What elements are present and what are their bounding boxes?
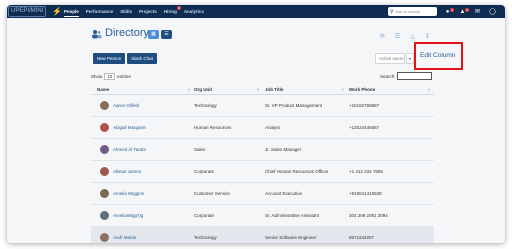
table-search-input[interactable] <box>397 72 432 80</box>
directory-icon <box>92 30 102 39</box>
chart-icon[interactable]: △ <box>405 33 420 40</box>
active-users-select[interactable]: Active users <box>375 53 405 64</box>
sort-icon[interactable]: ⇕ <box>341 87 344 92</box>
table-row[interactable]: Alistair James Corporate Chief Human Resou… <box>91 161 434 183</box>
search-placeholder: Ask or search <box>395 9 421 14</box>
org-unit-cell: Corporate <box>194 213 215 218</box>
job-title-cell: Sr. VP Product Management <box>265 103 322 108</box>
show-label: Show <box>91 74 103 79</box>
job-title-cell: Analyst <box>265 125 280 130</box>
table-row[interactable]: Amelia Wiggins Customer Service Account Ex… <box>91 183 434 205</box>
table-row[interactable]: Ahmed Al Tarabi Sales Jr. Sales Manager <box>91 139 434 161</box>
work-phone-cell: +919541415539 <box>349 191 382 196</box>
org-unit-cell: Corporate <box>194 169 215 174</box>
avatar[interactable] <box>100 167 109 176</box>
table-search-label: Search: <box>380 74 396 79</box>
avatar[interactable] <box>100 233 109 242</box>
refresh-icon[interactable]: ⟳ <box>375 33 390 40</box>
table-row[interactable]: Abigail Margaret Human Resources Analyst +1… <box>91 117 434 139</box>
alerts-icon[interactable]: ▲ 2 <box>455 7 470 15</box>
bolt-icon[interactable]: ⚡ <box>52 6 62 17</box>
hiring-badge: 1 <box>177 6 181 10</box>
nav-icons: ● 1 ▲ 2 ✉ ◯ <box>440 5 500 18</box>
work-phone-cell: +15152768887 <box>349 103 380 108</box>
sort-icon[interactable]: ⇕ <box>256 87 259 92</box>
app-logo[interactable]: UPEPI/MINI <box>8 6 46 17</box>
download-icon[interactable]: ↧ <box>420 33 435 40</box>
entries-label: entries <box>117 74 131 79</box>
table-row[interactable]: AmeliaWiggTig Corporate Sr. Administrative… <box>91 205 434 227</box>
work-phone-cell: +1 412 234 7856 <box>349 169 383 174</box>
alerts-badge: 2 <box>465 7 469 12</box>
col-job-header[interactable]: Job Title <box>265 87 283 92</box>
chevron-down-icon[interactable]: ▾ <box>406 53 414 64</box>
entries-select[interactable]: 10 <box>104 73 116 80</box>
org-unit-cell: Technology <box>194 103 217 108</box>
grid-view-button[interactable]: ▦ <box>148 30 159 39</box>
table-row[interactable]: Andr Martin Technology Senior Software Eng… <box>91 227 434 243</box>
nav-hiring-label: Hiring <box>163 9 177 14</box>
table-body: Aaron Olifeld Technology Sr. VP Product Ma… <box>91 95 434 243</box>
notifications-badge: 1 <box>450 7 454 12</box>
page-title: Directory <box>105 27 150 39</box>
entries-control: Show 10 entries <box>91 73 131 80</box>
job-title-cell: Sr. Administrative Assistant <box>265 213 320 218</box>
avatar[interactable] <box>100 145 109 154</box>
mail-icon[interactable]: ✉ <box>470 8 485 15</box>
avatar[interactable] <box>100 101 109 110</box>
col-org-header[interactable]: Org Unit <box>194 87 212 92</box>
search-icon: ⚲ <box>390 8 394 15</box>
nav-hiring[interactable]: Hiring 1 <box>163 6 181 14</box>
work-phone-cell: 304 209 2091 3094 <box>349 213 388 218</box>
nav-people[interactable]: People <box>64 9 79 17</box>
job-title-cell: Jr. Sales Manager <box>265 147 302 152</box>
list-view-button[interactable]: ☰ <box>161 30 172 39</box>
avatar[interactable] <box>100 211 109 220</box>
user-menu-icon[interactable]: ◯ <box>485 8 500 15</box>
person-name-link[interactable]: Aaron Olifeld <box>113 103 139 108</box>
notifications-icon[interactable]: ● 1 <box>440 7 455 15</box>
edit-column-link[interactable]: Edit Column <box>420 52 455 59</box>
avatar[interactable] <box>100 189 109 198</box>
job-title-cell: Account Executive <box>265 191 303 196</box>
nav-links: People Performance Skills Projects Hirin… <box>64 5 211 18</box>
job-title-cell: Chief Human Resources Officer <box>265 169 329 174</box>
org-unit-cell: Customer Service <box>194 191 230 196</box>
col-name-header[interactable]: Name <box>97 87 109 92</box>
person-name-link[interactable]: Amelia Wiggins <box>113 191 144 196</box>
directory-table: Name ⇕ Org Unit ⇕ Job Title ⇕ Work Phone… <box>91 84 434 243</box>
toolbar-icons: ⟳ ☰ △ ↧ <box>375 33 435 40</box>
work-phone-cell: 8672244257 <box>349 235 375 240</box>
table-header: Name ⇕ Org Unit ⇕ Job Title ⇕ Work Phone… <box>91 84 434 95</box>
nav-performance[interactable]: Performance <box>86 9 114 14</box>
new-person-button[interactable]: New Person <box>93 53 125 64</box>
person-name-link[interactable]: Ahmed Al Tarabi <box>113 147 146 152</box>
person-name-link[interactable]: Andr Martin <box>113 235 136 240</box>
col-phone-header[interactable]: Work Phone <box>349 87 375 92</box>
person-name-link[interactable]: AmeliaWiggTig <box>113 213 143 218</box>
person-name-link[interactable]: Alistair James <box>113 169 141 174</box>
app-window: UPEPI/MINI ⚡ People Performance Skills P… <box>7 5 505 243</box>
work-phone-cell: +12024446567 <box>349 125 380 130</box>
slack-chat-button[interactable]: Slack Chat <box>127 53 157 64</box>
sort-icon[interactable]: ⇕ <box>427 87 430 92</box>
top-navbar: UPEPI/MINI ⚡ People Performance Skills P… <box>7 5 505 18</box>
org-unit-cell: Sales <box>194 147 206 152</box>
sort-icon[interactable]: ⇕ <box>187 87 190 92</box>
filter-icon[interactable]: ☰ <box>390 33 405 40</box>
nav-skills[interactable]: Skills <box>120 9 132 14</box>
nav-projects[interactable]: Projects <box>139 9 157 14</box>
person-name-link[interactable]: Abigail Margaret <box>113 125 146 130</box>
org-unit-cell: Technology <box>194 235 217 240</box>
org-unit-cell: Human Resources <box>194 125 232 130</box>
job-title-cell: Senior Software Engineer <box>265 235 317 240</box>
table-row[interactable]: Aaron Olifeld Technology Sr. VP Product Ma… <box>91 95 434 117</box>
global-search[interactable]: ⚲ Ask or search <box>388 7 437 16</box>
avatar[interactable] <box>100 123 109 132</box>
nav-analytics[interactable]: Analytics <box>184 9 204 14</box>
